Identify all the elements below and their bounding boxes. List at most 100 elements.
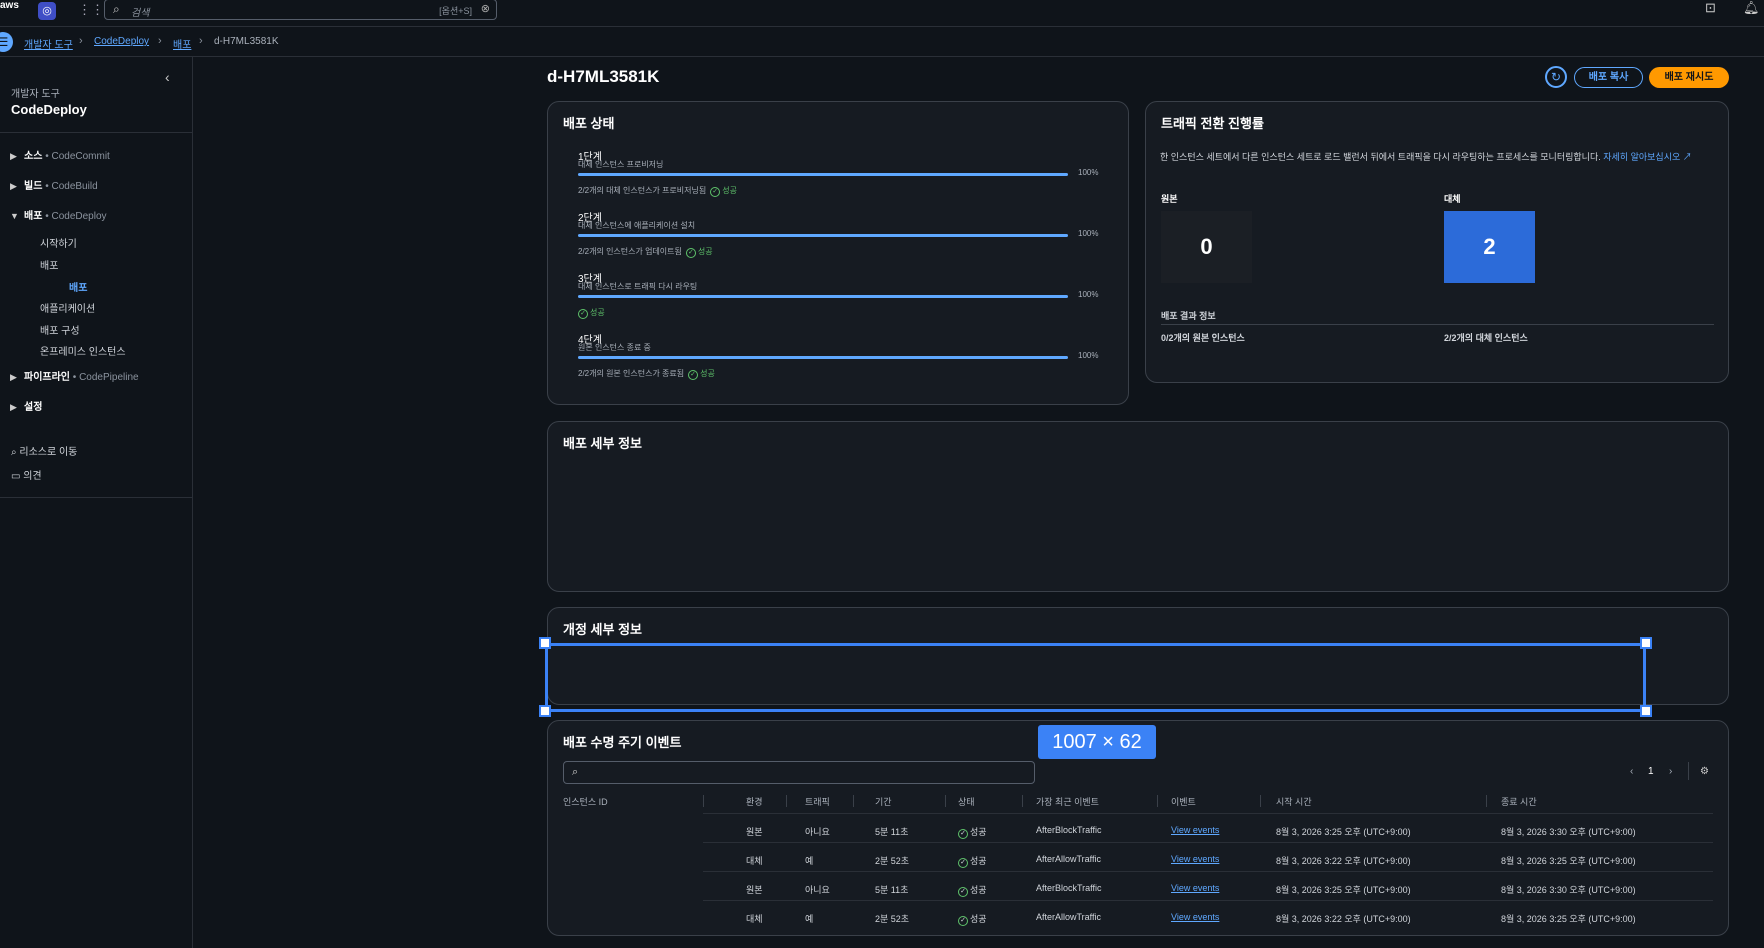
replacement-label: 대체 [1444,194,1461,204]
stage-percent: 100% [1078,168,1099,177]
traffic-description: 한 인스턴스 세트에서 다른 인스턴스 세트로 로드 밸런서 뒤에서 트래픽을 … [1160,150,1715,164]
group-label: 배포 [24,211,43,222]
column-separator [1260,795,1261,807]
replacement-result: 2/2개의 대체 인스턴스 [1444,333,1528,343]
sidebar-item-getting-started[interactable]: 시작하기 [40,235,77,250]
clear-search-icon[interactable]: ⊗ [481,2,490,15]
sidebar-item-onprem-instances[interactable]: 온프레미스 인스턴스 [40,343,126,358]
cell-duration: 2분 52초 [875,914,910,924]
resize-handle-bottom-left[interactable] [539,705,551,717]
divider [1688,762,1689,780]
view-events-link[interactable]: View events [1171,912,1219,922]
sidebar-group-deploy[interactable]: ▼ 배포 • CodeDeploy [10,207,107,222]
cell-traffic: 아니요 [805,885,830,895]
original-result: 0/2개의 원본 인스턴스 [1161,333,1245,343]
link-label: 리소스로 이동 [19,447,78,458]
column-header-events[interactable]: 이벤트 [1171,795,1196,808]
service-logo-icon[interactable]: ◎ [38,2,56,20]
stage-status: 2/2개의 인스턴스가 업데이트됨 ✓ 성공 [578,246,713,258]
sidebar-group-source[interactable]: ▶ 소스 • CodeCommit [10,147,110,162]
column-header-latest-event[interactable]: 가장 최근 이벤트 [1036,795,1099,808]
column-header-traffic[interactable]: 트래픽 [805,795,830,808]
next-page-icon[interactable]: › [1669,766,1672,777]
learn-more-text: 자세히 알아보십시오 [1603,152,1681,162]
cell-events: View events [1171,883,1219,893]
cell-duration: 2분 52초 [875,856,910,866]
column-separator [1157,795,1158,807]
breadcrumb-deployments[interactable]: 배포 [173,36,191,51]
divider [703,871,1713,872]
settings-gear-icon[interactable]: ⚙ [1700,766,1709,777]
original-label: 원본 [1161,194,1178,204]
external-link-icon: ↗ [1682,152,1692,162]
selection-rectangle[interactable] [545,643,1646,712]
notifications-bell-icon[interactable]: 🔔︎ [1743,0,1760,16]
cell-duration: 5분 11초 [875,885,909,895]
sidebar-item-deployments[interactable]: 배포 [40,257,58,272]
collapse-sidebar-icon[interactable]: ‹ [165,69,170,85]
column-header-instance-id[interactable]: 인스턴스 ID [563,795,608,808]
sidebar-item-deployment-config[interactable]: 배포 구성 [40,322,80,337]
retry-deployment-button[interactable]: 배포 재시도 [1649,67,1729,88]
view-events-link[interactable]: View events [1171,825,1219,835]
sidebar-group-build[interactable]: ▶ 빌드 • CodeBuild [10,177,98,192]
stage-status: 2/2개의 대체 인스턴스가 프로비저닝됨 ✓ 성공 [578,185,737,197]
sidebar-item-applications[interactable]: 애플리케이션 [40,300,95,315]
page-number[interactable]: 1 [1648,766,1654,777]
group-service: CodePipeline [79,372,139,383]
group-service: CodeCommit [51,151,110,162]
cell-latest-event: AfterBlockTraffic [1036,825,1102,835]
card-title: 배포 상태 [563,116,615,131]
cell-status: ✓ 성공 [958,854,987,868]
stage-status-text: 2/2개의 대체 인스턴스가 프로비저닝됨 [578,186,707,195]
refresh-icon[interactable]: ↻ [1545,66,1567,88]
breadcrumb-developer-tools[interactable]: 개발자 도구 [24,36,73,51]
cell-status: ✓ 성공 [958,825,987,839]
view-events-link[interactable]: View events [1171,883,1219,893]
stage-status: 2/2개의 원본 인스턴스가 종료됨 ✓ 성공 [578,368,715,380]
column-header-end-time[interactable]: 종료 시간 [1501,795,1537,808]
column-header-status[interactable]: 상태 [958,795,975,808]
page-title: d-H7ML3581K [547,67,660,86]
sidebar-group-pipeline[interactable]: ▶ 파이프라인 • CodePipeline [10,368,139,383]
cell-environment: 원본 [746,885,763,895]
column-header-start-time[interactable]: 시작 시간 [1276,795,1312,808]
goto-resource-link[interactable]: ⌕ 리소스로 이동 [11,443,77,458]
card-title: 개정 세부 정보 [563,622,642,637]
table-search-input[interactable]: ⌕ [563,761,1035,784]
check-circle-icon: ✓ [958,916,968,926]
resize-handle-bottom-right[interactable] [1640,705,1652,717]
global-search-input[interactable]: ⌕ 검색 [옵션+S] ⊗ [104,0,497,20]
bullet: • [45,151,49,162]
menu-toggle-icon[interactable]: ☰ [0,32,13,52]
view-events-link[interactable]: View events [1171,854,1219,864]
column-header-duration[interactable]: 기간 [875,795,892,808]
divider [703,813,1713,814]
cloudshell-icon[interactable]: ⊡ [1705,0,1716,16]
group-label: 빌드 [24,181,43,192]
cell-end-time: 8월 3, 2026 3:25 오후 (UTC+9:00) [1501,856,1636,866]
stage-percent: 100% [1078,229,1099,238]
copy-deployment-button[interactable]: 배포 복사 [1574,67,1643,88]
resize-handle-top-right[interactable] [1640,637,1652,649]
prev-page-icon[interactable]: ‹ [1630,766,1633,777]
card-title: 배포 세부 정보 [563,436,642,451]
divider [703,842,1713,843]
stage-status: ✓ 성공 [578,307,605,319]
result-info-title: 배포 결과 정보 [1161,311,1216,321]
sidebar-item-deployments-active[interactable]: 배포 [69,279,87,294]
column-separator [703,795,704,807]
learn-more-link[interactable]: 자세히 알아보십시오 ↗ [1603,152,1692,162]
feedback-link[interactable]: ▭ 의견 [11,467,42,482]
cell-end-time: 8월 3, 2026 3:30 오후 (UTC+9:00) [1501,827,1636,837]
cell-events: View events [1171,825,1219,835]
breadcrumb-codedeploy[interactable]: CodeDeploy [94,36,149,47]
stage-desc: 대체 인스턴스 프로비저닝 [578,160,664,169]
sidebar-group-settings[interactable]: ▶ 설정 [10,398,42,413]
resize-handle-top-left[interactable] [539,637,551,649]
column-header-environment[interactable]: 환경 [746,795,763,808]
bullet: • [45,211,49,222]
original-count-box: 0 [1161,211,1252,283]
aws-logo[interactable]: aws [0,0,19,11]
link-label: 의견 [23,471,42,482]
